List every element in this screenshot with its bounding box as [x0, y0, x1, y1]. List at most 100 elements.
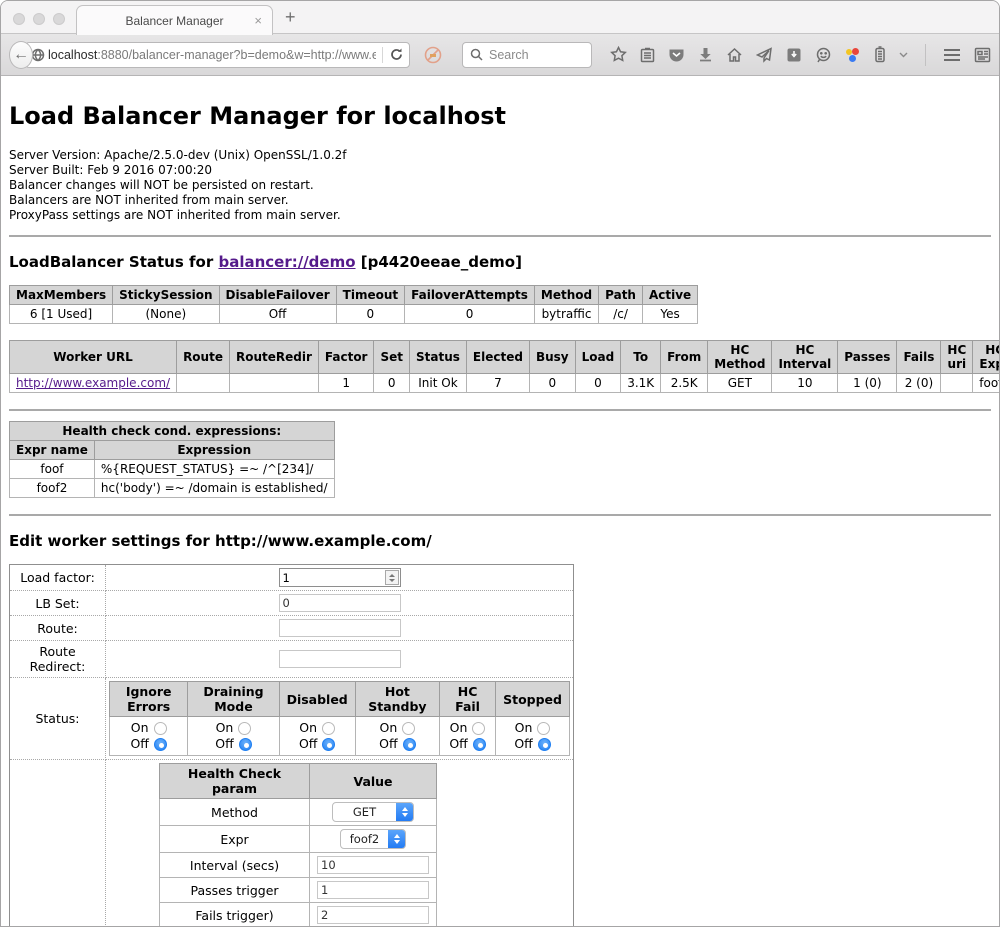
- cell-active: Yes: [642, 305, 697, 324]
- hc-fail-off-radio[interactable]: [473, 738, 486, 751]
- col-disablefailover: DisableFailover: [219, 286, 336, 305]
- tab-balancer-manager[interactable]: Balancer Manager ×: [76, 5, 273, 35]
- radio-off-label: Off: [130, 736, 148, 752]
- minimize-window-button[interactable]: [33, 13, 45, 25]
- hc-expr-select[interactable]: foof2: [340, 829, 406, 849]
- cell-from: 2.5K: [661, 374, 708, 393]
- url-host: localhost: [48, 48, 97, 62]
- new-tab-button[interactable]: +: [285, 7, 296, 28]
- hc-fails-label: Fails trigger): [160, 903, 310, 927]
- cell-timeout: 0: [336, 305, 404, 324]
- reading-list-icon[interactable]: [640, 47, 655, 63]
- col-hot-standby: Hot Standby: [355, 682, 439, 717]
- hc-row-method: Method GET: [160, 799, 437, 826]
- search-bar[interactable]: [462, 42, 592, 68]
- urlbar-divider: [382, 47, 383, 63]
- col-worker-url: Worker URL: [10, 341, 177, 374]
- col-expr-name: Expr name: [10, 441, 95, 460]
- hc-passes-input[interactable]: [317, 881, 429, 899]
- hc-method-label: Method: [160, 799, 310, 826]
- radio-on-label: On: [380, 720, 398, 736]
- tile-view-icon[interactable]: [974, 47, 991, 63]
- hc-fail-on-radio[interactable]: [472, 722, 485, 735]
- table-row: 6 [1 Used] (None) Off 0 0 bytraffic /c/ …: [10, 305, 698, 324]
- back-button[interactable]: ←: [9, 41, 33, 69]
- hot-standby-on-radio[interactable]: [402, 722, 415, 735]
- lb-set-input[interactable]: [279, 594, 401, 612]
- url-path: :8880/balancer-manager?b=demo&w=http://w…: [97, 48, 376, 62]
- stopped-on-radio[interactable]: [537, 722, 550, 735]
- radio-on-label: On: [515, 720, 533, 736]
- stopped-off-radio[interactable]: [538, 738, 551, 751]
- load-factor-label: Load factor:: [10, 565, 106, 591]
- radio-off-label: Off: [299, 736, 317, 752]
- worker-url-link[interactable]: http://www.example.com/: [16, 376, 170, 390]
- radio-on-label: On: [450, 720, 468, 736]
- menu-icon[interactable]: [943, 48, 961, 62]
- panel-download-icon[interactable]: [786, 47, 802, 63]
- chat-smiley-icon[interactable]: [815, 47, 832, 63]
- close-window-button[interactable]: [13, 13, 25, 25]
- reload-icon[interactable]: [389, 47, 409, 62]
- table-header-row: MaxMembers StickySession DisableFailover…: [10, 286, 698, 305]
- col-route: Route: [177, 341, 230, 374]
- radio-off-label: Off: [449, 736, 467, 752]
- col-routeredir: RouteRedir: [229, 341, 318, 374]
- disabled-on-radio[interactable]: [322, 722, 335, 735]
- hc-interval-input[interactable]: [317, 856, 429, 874]
- col-stopped: Stopped: [496, 682, 570, 717]
- hc-method-select[interactable]: GET: [332, 802, 414, 822]
- draining-mode-on-radio[interactable]: [238, 722, 251, 735]
- close-tab-icon[interactable]: ×: [254, 13, 262, 28]
- bookmark-star-icon[interactable]: [610, 46, 627, 63]
- load-factor-input[interactable]: [279, 568, 401, 587]
- col-method: Method: [534, 286, 598, 305]
- overflow-caret-icon[interactable]: [899, 52, 908, 58]
- url-bar[interactable]: localhost:8880/balancer-manager?b=demo&w…: [25, 42, 410, 68]
- heading-prefix: LoadBalancer Status for: [9, 253, 218, 271]
- table-header-row: Ignore Errors Draining Mode Disabled Hot…: [110, 682, 570, 717]
- route-input[interactable]: [279, 619, 401, 637]
- hot-standby-off-radio[interactable]: [403, 738, 416, 751]
- cell-hc-method: GET: [708, 374, 772, 393]
- radio-off-label: Off: [379, 736, 397, 752]
- hc-fails-input[interactable]: [317, 906, 429, 924]
- lb-set-label: LB Set:: [10, 591, 106, 616]
- route-label: Route:: [10, 616, 106, 641]
- number-spinner-icon[interactable]: [385, 570, 399, 585]
- workers-table: Worker URL Route RouteRedir Factor Set S…: [9, 340, 1000, 393]
- status-cell-disabled: On Off: [279, 717, 355, 756]
- home-icon[interactable]: [726, 47, 743, 63]
- disabled-off-radio[interactable]: [322, 738, 335, 751]
- download-icon[interactable]: [698, 47, 713, 62]
- draining-mode-off-radio[interactable]: [239, 738, 252, 751]
- ignore-errors-off-radio[interactable]: [154, 738, 167, 751]
- cell-elected: 7: [466, 374, 529, 393]
- battery-icon[interactable]: [874, 46, 886, 63]
- col-path: Path: [599, 286, 643, 305]
- cell-factor: 1: [318, 374, 374, 393]
- ignore-errors-on-radio[interactable]: [154, 722, 167, 735]
- col-hc-fail: HC Fail: [440, 682, 496, 717]
- cell-path: /c/: [599, 305, 643, 324]
- zoom-window-button[interactable]: [53, 13, 65, 25]
- col-disabled: Disabled: [279, 682, 355, 717]
- server-info: Server Version: Apache/2.5.0-dev (Unix) …: [9, 148, 991, 223]
- col-set: Set: [374, 341, 410, 374]
- search-input[interactable]: [489, 48, 584, 62]
- expr-row: foof %{REQUEST_STATUS} =~ /^[234]/: [10, 460, 335, 479]
- cell-maxmembers: 6 [1 Used]: [10, 305, 113, 324]
- cell-route: [177, 374, 230, 393]
- hc-row-expr: Expr foof2: [160, 826, 437, 853]
- pocket-icon[interactable]: [668, 47, 685, 63]
- balancer-link[interactable]: balancer://demo: [218, 253, 355, 271]
- colored-dots-icon[interactable]: [845, 48, 861, 62]
- edit-worker-form: Load factor: LB Set: Route: Route Redire…: [9, 564, 574, 927]
- status-label: Status:: [10, 678, 106, 760]
- block-icon[interactable]: [424, 46, 442, 64]
- route-redirect-input[interactable]: [279, 650, 401, 668]
- send-icon[interactable]: [756, 47, 773, 63]
- radio-on-label: On: [216, 720, 234, 736]
- select-stepper-icon: [396, 802, 413, 822]
- form-row-status: Status: Ignore Errors Draining Mode Disa…: [10, 678, 574, 760]
